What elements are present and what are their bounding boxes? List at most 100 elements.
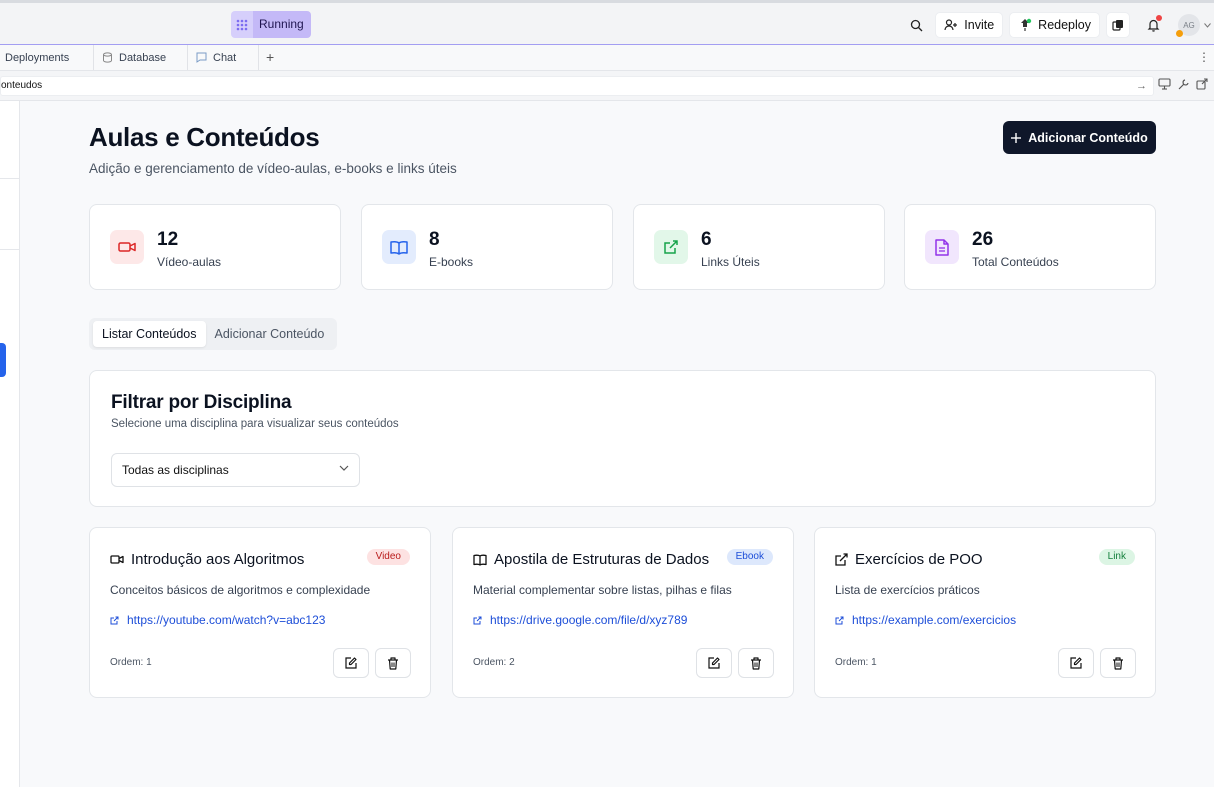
video-icon — [110, 230, 144, 264]
edit-button[interactable] — [333, 648, 369, 678]
status-chip[interactable]: Running — [231, 11, 311, 38]
trash-icon — [751, 656, 761, 670]
stat-label: Links Úteis — [701, 255, 760, 269]
chevron-down-icon[interactable] — [1200, 22, 1214, 28]
external-link-icon — [654, 230, 688, 264]
card-order: Ordem: 2 — [473, 657, 515, 668]
deploy-icon — [1021, 18, 1032, 31]
content-card: Exercícios de POO Link Lista de exercíci… — [814, 527, 1156, 698]
trash-icon — [1113, 656, 1123, 670]
card-title: Exercícios de POO — [855, 551, 983, 568]
sidebar-divider — [0, 249, 20, 250]
status-label: Running — [253, 11, 311, 38]
card-description: Material complementar sobre listas, pilh… — [473, 583, 732, 597]
card-url: https://example.com/exercicios — [852, 613, 1017, 627]
edit-button[interactable] — [696, 648, 732, 678]
video-icon — [110, 555, 124, 564]
url-field[interactable]: onteudos → — [0, 76, 1154, 96]
card-order: Ordem: 1 — [110, 657, 152, 668]
add-tab-icon[interactable]: + — [266, 49, 274, 65]
stat-value: 12 — [157, 229, 179, 250]
url-text: onteudos — [1, 80, 43, 91]
card-title: Introdução aos Algoritmos — [131, 551, 305, 568]
card-description: Lista de exercícios práticos — [835, 583, 980, 597]
card-title: Apostila de Estruturas de Dados — [494, 551, 710, 568]
search-icon[interactable] — [903, 12, 929, 38]
monitor-icon[interactable] — [1158, 78, 1171, 90]
main-content: Aulas e Conteúdos Adição e gerenciamento… — [20, 101, 1214, 787]
wrench-icon[interactable] — [1177, 78, 1190, 90]
add-content-button[interactable]: Adicionar Conteúdo — [1003, 121, 1156, 154]
filter-title: Filtrar por Disciplina — [111, 392, 292, 413]
content-tabs: Listar Conteúdos Adicionar Conteúdo — [89, 318, 338, 350]
stat-card-videos: 12 Vídeo-aulas — [89, 204, 341, 290]
bell-icon[interactable] — [1140, 12, 1166, 38]
delete-button[interactable] — [738, 648, 774, 678]
external-link-icon — [835, 616, 844, 624]
filter-card: Filtrar por Disciplina Selecione uma dis… — [89, 370, 1156, 507]
card-link[interactable]: https://youtube.com/watch?v=abc123 — [110, 613, 325, 627]
delete-button[interactable] — [375, 648, 411, 678]
redeploy-label: Redeploy — [1038, 18, 1091, 32]
invite-button[interactable]: Invite — [935, 12, 1004, 38]
address-bar: onteudos → — [0, 71, 1214, 101]
type-badge: Link — [1098, 549, 1135, 565]
left-sidebar — [0, 101, 20, 787]
type-badge: Video — [366, 549, 410, 565]
card-link[interactable]: https://example.com/exercicios — [835, 613, 1016, 627]
card-link[interactable]: https://drive.google.com/file/d/xyz789 — [473, 613, 687, 627]
tab-label: Database — [119, 51, 167, 64]
content-card: Introdução aos Algoritmos Video Conceito… — [89, 527, 431, 698]
tab-label: Chat — [213, 51, 237, 64]
stat-label: E-books — [429, 255, 474, 269]
tab-list-contents[interactable]: Listar Conteúdos — [93, 321, 206, 347]
user-plus-icon — [944, 19, 958, 31]
card-description: Conceitos básicos de algoritmos e comple… — [110, 583, 371, 597]
tab-label: Deployments — [5, 51, 70, 64]
go-arrow-icon[interactable]: → — [1136, 77, 1147, 95]
filter-subtitle: Selecione uma disciplina para visualizar… — [111, 418, 399, 430]
tab-database[interactable]: Database — [94, 45, 188, 70]
avatar-initials: AG — [1183, 20, 1195, 30]
page-title: Aulas e Conteúdos — [89, 122, 320, 152]
book-icon — [382, 230, 416, 264]
invite-label: Invite — [964, 18, 995, 32]
sidebar-active-item[interactable] — [0, 343, 6, 377]
redeploy-button[interactable]: Redeploy — [1009, 12, 1100, 38]
tab-chat[interactable]: Chat — [188, 45, 259, 70]
stack-button[interactable] — [1106, 12, 1130, 38]
delete-button[interactable] — [1100, 648, 1136, 678]
trash-icon — [388, 656, 398, 670]
card-order: Ordem: 1 — [835, 657, 877, 668]
stat-card-links: 6 Links Úteis — [633, 204, 885, 290]
notification-dot — [1156, 15, 1162, 21]
external-link-icon — [473, 616, 482, 624]
edit-button[interactable] — [1058, 648, 1094, 678]
stat-value: 8 — [429, 229, 440, 250]
chat-icon — [196, 52, 207, 63]
external-window-icon[interactable] — [1196, 78, 1208, 90]
page-subtitle: Adição e gerenciamento de vídeo-aulas, e… — [89, 161, 457, 176]
add-content-label: Adicionar Conteúdo — [1028, 130, 1148, 145]
type-badge: Ebook — [726, 549, 773, 565]
edit-icon — [1070, 657, 1082, 669]
tab-deployments[interactable]: Deployments — [0, 45, 94, 70]
more-vertical-icon[interactable]: ⋮ — [1198, 50, 1210, 64]
file-text-icon — [925, 230, 959, 264]
card-url: https://youtube.com/watch?v=abc123 — [127, 613, 326, 627]
stat-value: 26 — [972, 229, 994, 250]
external-link-icon — [110, 616, 119, 624]
avatar[interactable]: AG — [1176, 14, 1200, 37]
database-icon — [103, 52, 112, 63]
layers-icon — [1112, 20, 1123, 31]
tab-strip: Deployments Database Chat + ⋮ — [0, 45, 1214, 71]
top-bar: Running Invite Redeploy AG — [0, 0, 1214, 45]
edit-icon — [708, 657, 720, 669]
edit-icon — [345, 657, 357, 669]
stat-label: Vídeo-aulas — [157, 255, 222, 269]
grid-icon — [231, 11, 253, 38]
discipline-select[interactable]: Todas as disciplinas — [111, 453, 360, 487]
discipline-select-value: Todas as disciplinas — [122, 463, 229, 477]
plus-icon — [1011, 132, 1022, 143]
tab-add-content[interactable]: Adicionar Conteúdo — [206, 321, 334, 347]
